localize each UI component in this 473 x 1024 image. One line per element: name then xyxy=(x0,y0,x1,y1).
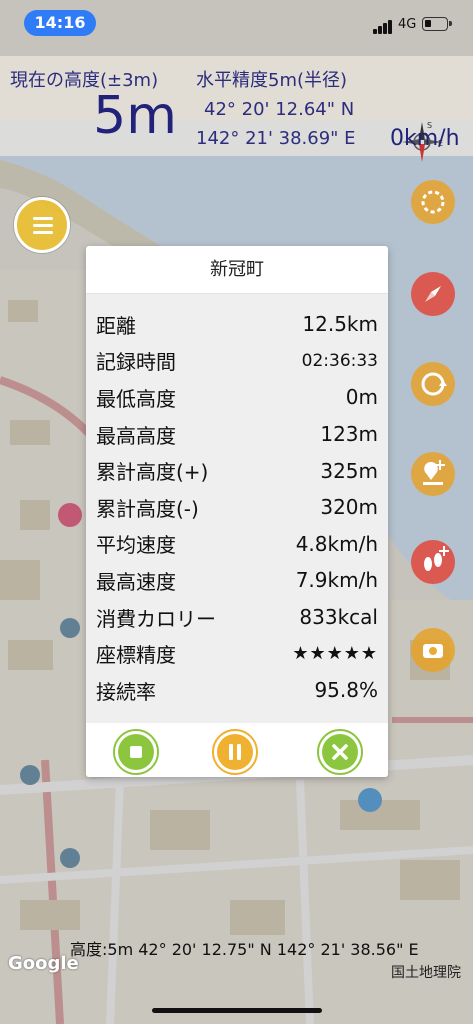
stat-row-avg-speed: 平均速度 4.8km/h xyxy=(96,526,378,563)
home-indicator[interactable] xyxy=(152,1008,322,1013)
stat-label: 平均速度 xyxy=(96,533,176,558)
close-icon xyxy=(317,729,363,775)
accuracy-label: 水平精度5m(半径) xyxy=(196,70,348,91)
signal-icon xyxy=(373,20,395,34)
stat-row-calories: 消費カロリー 833kcal xyxy=(96,599,378,636)
compass-needle-icon xyxy=(411,272,455,316)
stop-button[interactable] xyxy=(113,729,159,775)
star-rating: ★★★★★ xyxy=(292,643,378,665)
location-track-button[interactable] xyxy=(411,180,455,224)
stat-label: 座標精度 xyxy=(96,643,176,668)
dialog-actions xyxy=(86,723,388,777)
pause-button[interactable] xyxy=(212,729,258,775)
network-type: 4G xyxy=(398,17,417,32)
stat-value: 95.8% xyxy=(314,678,378,703)
add-footprint-button[interactable] xyxy=(411,540,455,584)
map-credit: 国土地理院 xyxy=(391,965,461,981)
stat-label: 記録時間 xyxy=(96,350,176,375)
latitude: 42° 20' 12.64" N xyxy=(204,99,355,120)
compass-button[interactable] xyxy=(411,272,455,316)
stat-label: 消費カロリー xyxy=(96,606,216,631)
stat-value: 4.8km/h xyxy=(295,531,378,556)
stat-label: 最低高度 xyxy=(96,386,176,411)
stat-row-record-time: 記録時間 02:36:33 xyxy=(96,343,378,380)
camera-icon xyxy=(411,628,455,672)
dialog-title: 新冠町 xyxy=(86,246,388,294)
stat-value: 7.9km/h xyxy=(295,568,378,593)
stat-label: 累計高度(-) xyxy=(96,496,199,521)
stat-value: 123m xyxy=(320,422,378,447)
stat-label: 累計高度(+) xyxy=(96,460,209,485)
stat-label: 接続率 xyxy=(96,679,156,704)
stat-row-min-altitude: 最低高度 0m xyxy=(96,379,378,416)
battery-icon xyxy=(422,17,452,31)
spinner-icon xyxy=(411,180,455,224)
stat-row-max-altitude: 最高高度 123m xyxy=(96,416,378,453)
stat-row-connection-rate: 接続率 95.8% xyxy=(96,672,378,709)
menu-button[interactable] xyxy=(14,197,70,253)
location-header: 現在の高度(±3m) 5m 水平精度5m(半径) 42° 20' 12.64" … xyxy=(0,56,473,162)
stat-value: 0m xyxy=(345,385,378,410)
stat-row-coordinate-accuracy: 座標精度 ★★★★★ xyxy=(96,635,378,672)
add-pin-button[interactable] xyxy=(411,452,455,496)
stat-label: 距離 xyxy=(96,313,136,338)
stat-label: 最高高度 xyxy=(96,423,176,448)
stat-value: 833kcal xyxy=(299,605,378,630)
stat-row-distance: 距離 12.5km xyxy=(96,306,378,343)
stat-value: 02:36:33 xyxy=(301,350,378,371)
stat-label: 最高速度 xyxy=(96,569,176,594)
stats-list: 距離 12.5km 記録時間 02:36:33 最低高度 0m 最高高度 123… xyxy=(86,294,388,723)
speed-value: 0km/h xyxy=(390,126,460,151)
pause-icon xyxy=(212,729,258,775)
discard-button[interactable] xyxy=(317,729,363,775)
stat-row-descent: 累計高度(-) 320m xyxy=(96,489,378,526)
stat-value: 325m xyxy=(320,458,378,483)
stop-icon xyxy=(113,729,159,775)
record-summary-dialog: 新冠町 距離 12.5km 記録時間 02:36:33 最低高度 0m 最高高度… xyxy=(86,246,388,777)
stat-value: 12.5km xyxy=(302,312,378,337)
stat-row-max-speed: 最高速度 7.9km/h xyxy=(96,562,378,599)
camera-button[interactable] xyxy=(411,628,455,672)
rotate-map-button[interactable] xyxy=(411,362,455,406)
stat-row-ascent: 累計高度(+) 325m xyxy=(96,452,378,489)
status-bar: 14:16 4G xyxy=(0,0,473,46)
status-time: 14:16 xyxy=(24,10,96,36)
longitude: 142° 21' 38.69" E xyxy=(196,128,356,149)
rotate-icon xyxy=(411,362,455,406)
google-logo: Google xyxy=(8,953,79,974)
stat-value: 320m xyxy=(320,495,378,520)
current-coordinates: 高度:5m 42° 20' 12.75" N 142° 21' 38.56" E xyxy=(70,940,419,959)
footprint-icon xyxy=(411,540,455,584)
add-pin-icon xyxy=(411,452,455,496)
